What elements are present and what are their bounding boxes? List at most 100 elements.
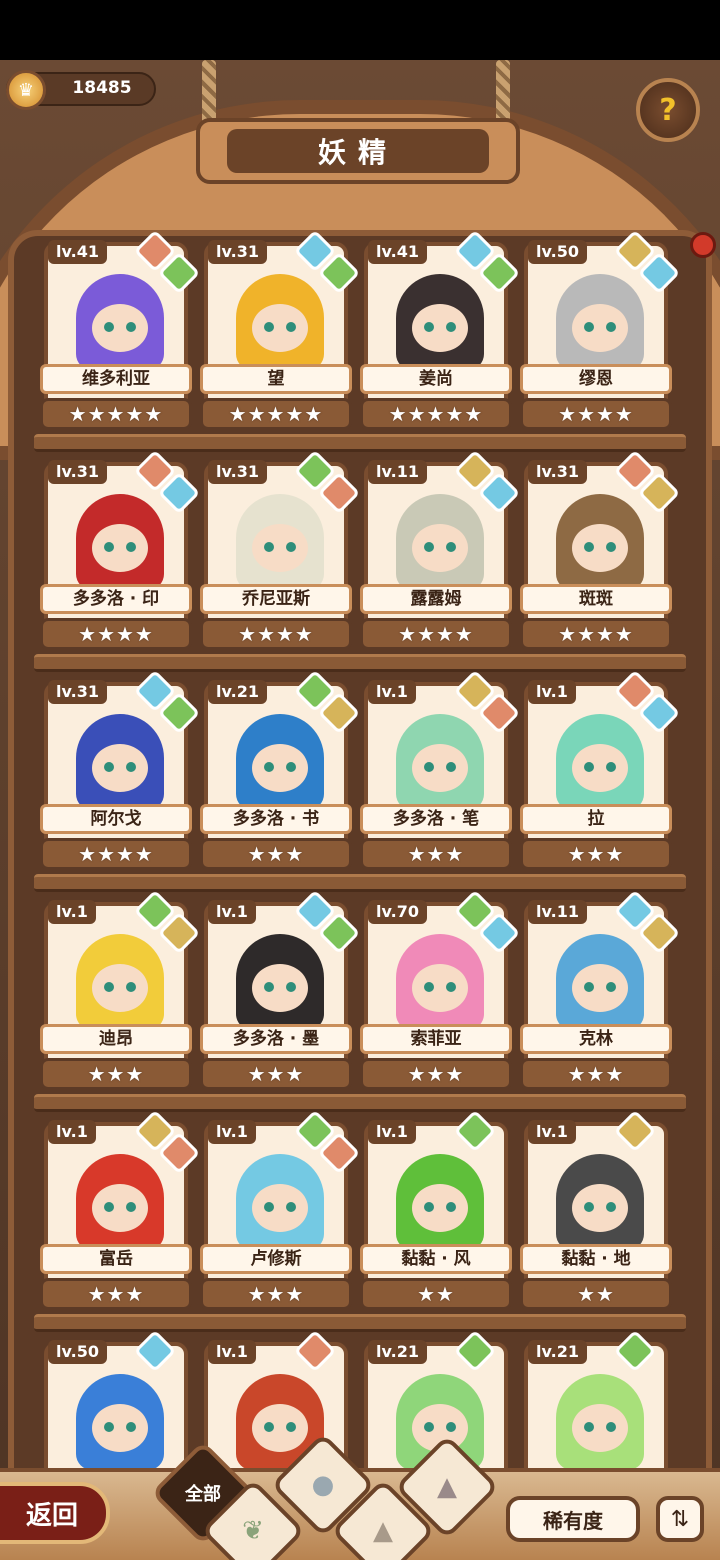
fairy-face xyxy=(252,1404,308,1452)
level-badge: lv.1 xyxy=(368,680,416,704)
fairy-portrait xyxy=(236,274,324,370)
fairy-face xyxy=(92,1184,148,1232)
fairy-name: 乔尼亚斯 xyxy=(200,584,352,614)
back-button[interactable]: 返回 xyxy=(0,1482,110,1544)
ladybug-icon[interactable] xyxy=(690,232,716,258)
fairy-face xyxy=(412,1184,468,1232)
fairy-card[interactable]: lv.1 迪昂 ★★★ xyxy=(40,889,201,1098)
fairy-face xyxy=(252,304,308,352)
fairy-face xyxy=(252,744,308,792)
help-button[interactable]: ? xyxy=(636,78,700,142)
level-badge: lv.1 xyxy=(528,680,576,704)
fairy-face xyxy=(92,1404,148,1452)
fairy-portrait xyxy=(76,714,164,810)
fairy-card[interactable]: lv.11 克林 ★★★ xyxy=(520,889,681,1098)
star-rating: ★★★ xyxy=(360,1058,512,1090)
fairy-card[interactable]: lv.41 维多利亚 ★★★★★ xyxy=(40,229,201,438)
rarity-sort-button[interactable]: 稀有度 xyxy=(506,1496,640,1542)
fairy-name: 斑斑 xyxy=(520,584,672,614)
fairy-portrait xyxy=(556,714,644,810)
rarity-label: 稀有度 xyxy=(543,1508,603,1533)
fairy-card[interactable]: lv.1 拉 ★★★ xyxy=(520,669,681,878)
fairy-face xyxy=(92,964,148,1012)
fairy-card[interactable]: lv.50 缪恩 ★★★★ xyxy=(520,229,681,438)
eye xyxy=(606,762,616,772)
eye xyxy=(126,762,136,772)
fairy-card[interactable]: lv.1 黏黏 · 地 ★★ xyxy=(520,1109,672,1318)
fairy-card[interactable]: lv.31 望 ★★★★★ xyxy=(200,229,361,438)
fairy-face xyxy=(412,964,468,1012)
eye xyxy=(286,542,296,552)
fairy-face xyxy=(92,744,148,792)
fairy-card[interactable]: lv.21 多多洛 · 书 ★★★ xyxy=(200,669,361,878)
fairy-card[interactable]: lv.1 富岳 ★★★ xyxy=(40,1109,201,1318)
level-badge: lv.21 xyxy=(368,1340,427,1364)
eye xyxy=(104,762,114,772)
sort-icon: ⇅ xyxy=(670,1506,690,1532)
fairy-portrait xyxy=(556,1374,644,1470)
eye xyxy=(264,542,274,552)
fairy-face xyxy=(252,524,308,572)
fairy-face xyxy=(412,304,468,352)
fairy-card[interactable]: lv.41 姜尚 ★★★★★ xyxy=(360,229,521,438)
eye xyxy=(584,762,594,772)
fairy-face xyxy=(412,524,468,572)
fairy-card[interactable]: lv.31 多多洛 · 印 ★★★★ xyxy=(40,449,201,658)
star-rating: ★★★ xyxy=(520,838,672,870)
star-rating: ★★★ xyxy=(200,1278,352,1310)
fairy-portrait xyxy=(396,934,484,1030)
eye xyxy=(584,1422,594,1432)
level-badge: lv.1 xyxy=(208,900,256,924)
fairy-portrait xyxy=(396,494,484,590)
fairy-card[interactable]: lv.31 乔尼亚斯 ★★★★ xyxy=(200,449,361,658)
star-rating: ★★★ xyxy=(40,1278,192,1310)
fairy-name: 多多洛 · 印 xyxy=(40,584,192,614)
fairy-card[interactable]: lv.1 多多洛 · 墨 ★★★ xyxy=(200,889,361,1098)
fairy-face xyxy=(92,524,148,572)
eye xyxy=(264,1202,274,1212)
fairy-name: 望 xyxy=(200,364,352,394)
eye xyxy=(446,762,456,772)
fairy-name: 多多洛 · 墨 xyxy=(200,1024,352,1054)
level-badge: lv.11 xyxy=(528,900,587,924)
fairy-face xyxy=(572,964,628,1012)
eye xyxy=(104,1422,114,1432)
level-badge: lv.1 xyxy=(208,1120,256,1144)
fairy-name: 阿尔戈 xyxy=(40,804,192,834)
sort-order-button[interactable]: ⇅ xyxy=(656,1496,704,1542)
fairy-card[interactable]: lv.31 阿尔戈 ★★★★ xyxy=(40,669,201,878)
fairy-name: 克林 xyxy=(520,1024,672,1054)
fairy-name: 卢修斯 xyxy=(200,1244,352,1274)
fairy-portrait xyxy=(396,1154,484,1250)
eye xyxy=(264,1422,274,1432)
fairy-portrait xyxy=(76,1374,164,1470)
fairy-name: 迪昂 xyxy=(40,1024,192,1054)
fairy-portrait xyxy=(76,934,164,1030)
fairy-card[interactable]: lv.11 露露姆 ★★★★ xyxy=(360,449,521,658)
fairy-card[interactable]: lv.70 索菲亚 ★★★ xyxy=(360,889,521,1098)
fairy-face xyxy=(572,744,628,792)
eye xyxy=(446,982,456,992)
fairy-card[interactable]: lv.1 多多洛 · 笔 ★★★ xyxy=(360,669,521,878)
fairy-portrait xyxy=(76,1154,164,1250)
fairy-card[interactable]: lv.31 斑斑 ★★★★ xyxy=(520,449,681,658)
eye xyxy=(126,322,136,332)
fairy-name: 缪恩 xyxy=(520,364,672,394)
level-badge: lv.1 xyxy=(208,1340,256,1364)
volcano-icon: ▲ xyxy=(437,1472,457,1502)
fairy-portrait xyxy=(556,934,644,1030)
eye xyxy=(264,982,274,992)
level-badge: lv.1 xyxy=(528,1120,576,1144)
fairy-card[interactable]: lv.1 卢修斯 ★★★ xyxy=(200,1109,361,1318)
star-rating: ★★ xyxy=(520,1278,672,1310)
eye xyxy=(424,542,434,552)
eye xyxy=(606,322,616,332)
fairy-card[interactable]: lv.1 黏黏 · 风 ★★ xyxy=(360,1109,512,1318)
fairy-portrait xyxy=(556,1154,644,1250)
level-badge: lv.31 xyxy=(48,460,107,484)
fairy-name: 黏黏 · 地 xyxy=(520,1244,672,1274)
eye xyxy=(286,982,296,992)
fairy-portrait xyxy=(556,494,644,590)
level-badge: lv.31 xyxy=(48,680,107,704)
star-rating: ★★★ xyxy=(200,838,352,870)
